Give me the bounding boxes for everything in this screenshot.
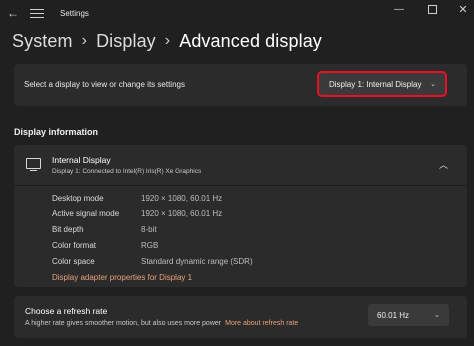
spec-label: Bit depth [52, 225, 84, 234]
close-icon[interactable]: ✕ [452, 3, 474, 17]
breadcrumb: System › Display › Advanced display [12, 28, 322, 54]
breadcrumb-display[interactable]: Display [96, 31, 156, 52]
monitor-icon [26, 158, 41, 171]
spec-value: Standard dynamic range (SDR) [141, 257, 253, 266]
refresh-rate-description-text: A higher rate gives smoother motion, but… [25, 320, 222, 327]
display-select-dropdown[interactable]: Display 1: Internal Display ⌄ [317, 71, 447, 97]
display-adapter-properties-link[interactable]: Display adapter properties for Display 1 [52, 273, 192, 282]
spec-row: Active signal mode 1920 × 1080, 60.01 Hz [52, 209, 432, 223]
minimize-icon[interactable]: — [388, 3, 410, 17]
refresh-rate-card: Choose a refresh rate A higher rate give… [14, 296, 467, 338]
refresh-rate-value: 60.01 Hz [377, 311, 410, 320]
display-info-header[interactable]: Internal Display Display 1: Connected to… [14, 145, 467, 186]
back-arrow-icon[interactable]: ← [6, 5, 20, 21]
spec-row: Desktop mode 1920 × 1080, 60.01 Hz [52, 194, 432, 208]
maximize-icon[interactable] [421, 3, 443, 17]
select-display-label: Select a display to view or change its s… [24, 80, 185, 89]
spec-row: Bit depth 8-bit [52, 225, 432, 239]
hamburger-menu-icon[interactable] [30, 6, 44, 20]
refresh-rate-title: Choose a refresh rate [25, 306, 108, 316]
spec-label: Color space [52, 257, 95, 266]
spec-row: Color space Standard dynamic range (SDR) [52, 257, 432, 271]
spec-row: Color format RGB [52, 241, 432, 255]
refresh-rate-description: A higher rate gives smoother motion, but… [25, 320, 298, 327]
chevron-down-icon: ⌄ [430, 81, 436, 88]
title-bar: ← Settings — ✕ [0, 0, 474, 28]
display-connection: Display 1: Connected to Intel(R) Iris(R)… [52, 168, 202, 175]
spec-value: 8-bit [141, 225, 157, 234]
breadcrumb-separator-icon: › [81, 32, 88, 49]
chevron-down-icon: ⌄ [434, 312, 440, 319]
spec-label: Color format [52, 241, 97, 250]
display-information-heading: Display information [14, 127, 99, 137]
spec-value: 1920 × 1080, 60.01 Hz [141, 209, 223, 218]
spec-label: Desktop mode [52, 194, 104, 203]
spec-label: Active signal mode [52, 209, 120, 218]
more-about-refresh-rate-link[interactable]: More about refresh rate [225, 320, 298, 327]
refresh-rate-dropdown[interactable]: 60.01 Hz ⌄ [368, 304, 449, 326]
display-name: Internal Display [52, 155, 111, 165]
display-information-card: Internal Display Display 1: Connected to… [14, 145, 467, 287]
breadcrumb-separator-icon: › [164, 32, 171, 49]
window-title: Settings [60, 9, 89, 18]
spec-value: 1920 × 1080, 60.01 Hz [141, 194, 223, 203]
chevron-up-icon[interactable]: ︿ [439, 158, 448, 171]
page-title: Advanced display [179, 30, 322, 51]
select-display-card: Select a display to view or change its s… [14, 64, 467, 106]
spec-value: RGB [141, 241, 159, 250]
display-select-value: Display 1: Internal Display [329, 79, 422, 89]
breadcrumb-system[interactable]: System [12, 31, 73, 52]
